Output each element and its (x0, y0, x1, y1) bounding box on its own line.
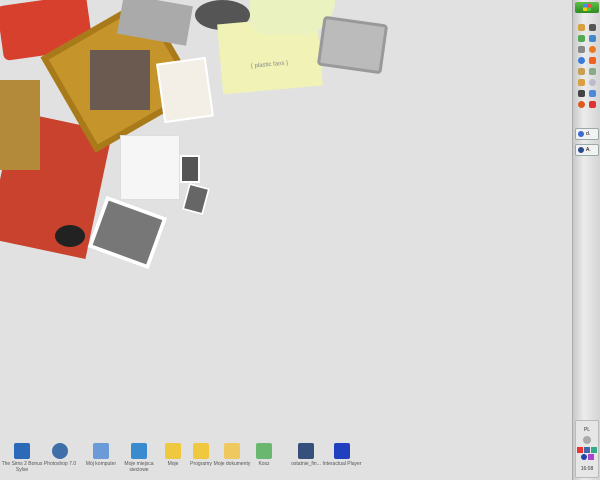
quick-launch-icon[interactable] (589, 24, 596, 31)
tray-expand-icon[interactable] (583, 436, 591, 444)
quick-launch-icon[interactable] (578, 101, 585, 108)
taskbar: d. A. PL 16:08 (572, 0, 600, 480)
window-icon (578, 131, 584, 137)
windows-flag-icon (583, 4, 591, 11)
desktop-icon-photoshop[interactable]: Photoshop 7.0 (38, 443, 82, 467)
tray-icon[interactable] (580, 454, 587, 460)
quick-launch-icon[interactable] (589, 57, 596, 64)
wallpaper-collage: { plastic fans } (0, 0, 389, 300)
quick-launch-icon[interactable] (589, 90, 596, 97)
quick-launch-icon[interactable] (578, 46, 585, 53)
photoshop-icon (52, 443, 68, 459)
desktop: { plastic fans } The Sims 2 Bonus Sylse … (0, 0, 572, 480)
tray-icon[interactable] (577, 447, 583, 453)
desktop-icon-interactual-player[interactable]: Interactual Player (320, 443, 364, 467)
folder-icon (193, 443, 209, 459)
firefox-icon[interactable] (589, 46, 596, 53)
quick-launch-icon[interactable] (578, 90, 585, 97)
system-tray: PL 16:08 (575, 420, 599, 478)
quick-launch-icon[interactable] (578, 79, 585, 86)
clock[interactable]: 16:08 (576, 466, 598, 472)
tray-icon[interactable] (591, 447, 597, 453)
wallpaper-note-text: { plastic fans } (250, 60, 289, 70)
quick-launch-icon[interactable] (589, 79, 596, 86)
taskbar-button[interactable]: d. (575, 128, 599, 140)
tray-icon[interactable] (587, 454, 594, 460)
quick-launch-icon[interactable] (578, 35, 585, 42)
desktop-icon-recycle-bin[interactable]: Kosz (242, 443, 286, 467)
file-icon (298, 443, 314, 459)
quick-launch-icon[interactable] (589, 68, 596, 75)
language-indicator[interactable]: PL (576, 427, 598, 433)
network-tray-icon[interactable] (584, 447, 590, 453)
quick-launch-icon[interactable] (578, 24, 585, 31)
quick-launch-icon[interactable] (589, 35, 596, 42)
recycle-bin-icon (256, 443, 272, 459)
interactual-player-icon (334, 443, 350, 459)
taskbar-button[interactable]: A. (575, 144, 599, 156)
documents-folder-icon (224, 443, 240, 459)
quick-launch-icon[interactable] (578, 68, 585, 75)
window-icon (578, 147, 584, 153)
computer-icon (93, 443, 109, 459)
sims-icon (14, 443, 30, 459)
internet-explorer-icon[interactable] (578, 57, 585, 64)
start-button[interactable] (575, 2, 599, 13)
quick-launch-icon[interactable] (589, 101, 596, 108)
network-icon (131, 443, 147, 459)
